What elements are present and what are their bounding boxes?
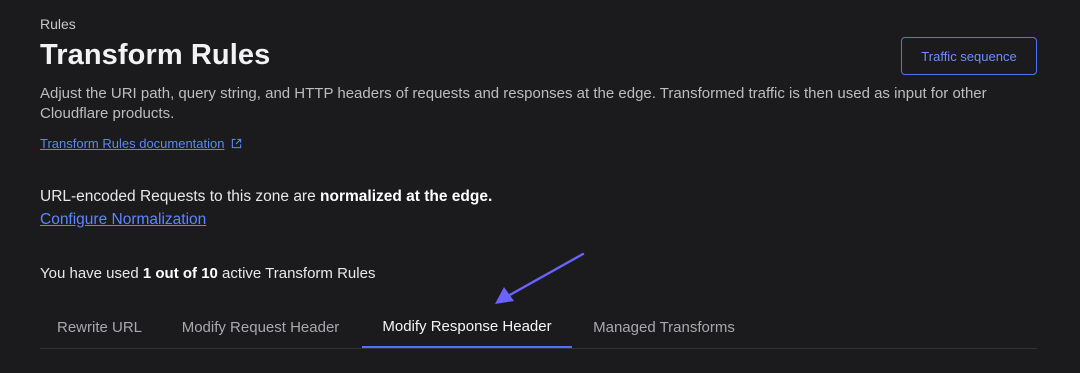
normalization-status-text: URL-encoded Requests to this zone are: [40, 188, 321, 205]
external-link-icon: [231, 138, 241, 149]
documentation-link-label: Transform Rules documentation: [40, 136, 225, 151]
traffic-sequence-button[interactable]: Traffic sequence: [901, 37, 1037, 75]
usage-suffix: active Transform Rules: [217, 265, 376, 282]
configure-normalization-link[interactable]: Configure Normalization: [40, 211, 206, 229]
tab-rewrite-url[interactable]: Rewrite URL: [40, 306, 159, 348]
tab-managed-transforms[interactable]: Managed Transforms: [573, 306, 755, 348]
page-description: Adjust the URI path, query string, and H…: [40, 85, 987, 122]
annotation-arrow: [495, 252, 585, 304]
usage-count: 1 out of 10: [142, 265, 218, 282]
transform-rules-page: Rules Transform Rules Traffic sequence A…: [0, 0, 1080, 373]
normalization-status: URL-encoded Requests to this zone are no…: [40, 188, 492, 206]
usage-prefix: You have used: [40, 265, 143, 282]
normalization-status-bold: normalized at the edge.: [320, 188, 493, 205]
documentation-link[interactable]: Transform Rules documentation: [40, 136, 242, 151]
rules-usage-text: You have used 1 out of 10 active Transfo…: [40, 265, 375, 282]
tab-modify-request-header[interactable]: Modify Request Header: [160, 306, 361, 348]
page-title: Transform Rules: [40, 39, 271, 71]
breadcrumb[interactable]: Rules: [40, 16, 76, 32]
